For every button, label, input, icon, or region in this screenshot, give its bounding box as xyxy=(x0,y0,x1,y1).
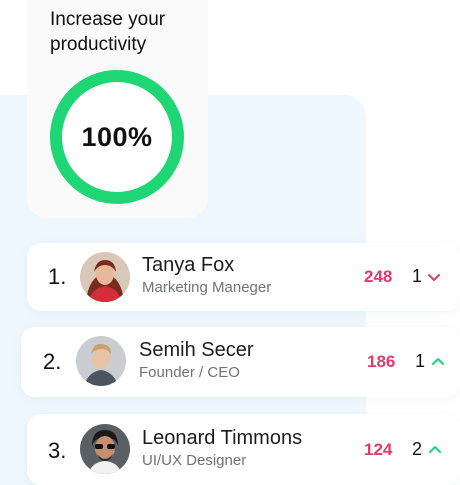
productivity-title: Increase your productivity xyxy=(50,9,166,55)
person-name: Tanya Fox xyxy=(142,254,235,276)
person-role: Founder / CEO xyxy=(139,364,240,381)
row-rank: 3. xyxy=(48,438,67,463)
score-value: 124 xyxy=(364,440,393,459)
score-value: 186 xyxy=(367,352,396,371)
chevron-up-icon xyxy=(429,446,441,453)
position-value: 2 xyxy=(412,439,423,459)
position-value: 1 xyxy=(412,266,423,286)
man-light-hair-avatar xyxy=(76,336,126,386)
position-value: 1 xyxy=(415,351,426,371)
person-role: Marketing Maneger xyxy=(142,279,272,296)
chevron-down-icon xyxy=(428,274,440,281)
woman-red-hair-avatar xyxy=(80,252,130,302)
row-rank: 1. xyxy=(48,264,67,289)
progress-value: 100% xyxy=(81,121,153,152)
man-sunglasses-avatar xyxy=(80,424,130,474)
chevron-up-icon xyxy=(432,358,444,365)
person-name: Semih Secer xyxy=(139,339,254,361)
score-value: 248 xyxy=(364,267,393,286)
person-name: Leonard Timmons xyxy=(142,427,303,449)
row-rank: 2. xyxy=(43,349,62,374)
person-role: UI/UX Designer xyxy=(142,452,247,469)
